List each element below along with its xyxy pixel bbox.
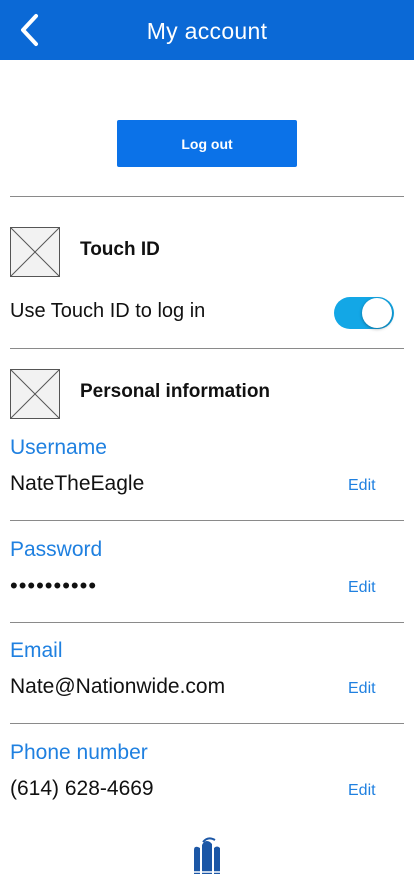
email-label: Email: [10, 639, 63, 662]
touch-id-toggle[interactable]: [334, 297, 394, 329]
app-header: My account: [0, 0, 414, 60]
password-label: Password: [10, 538, 103, 561]
username-value: NateTheEagle: [10, 472, 145, 495]
edit-email-link[interactable]: Edit: [348, 680, 376, 698]
toggle-knob: [362, 298, 392, 328]
touch-id-title: Touch ID: [80, 239, 160, 260]
page-title: My account: [146, 18, 268, 44]
divider: [10, 520, 404, 521]
username-label: Username: [10, 436, 107, 459]
edit-username-link[interactable]: Edit: [348, 477, 376, 495]
divider: [10, 348, 404, 349]
phone-value: (614) 628-4669: [10, 777, 154, 800]
logout-button[interactable]: Log out: [117, 120, 297, 167]
edit-password-link[interactable]: Edit: [348, 579, 376, 597]
divider: [10, 723, 404, 724]
touch-id-toggle-label: Use Touch ID to log in: [10, 300, 206, 322]
phone-label: Phone number: [10, 741, 148, 764]
divider: [10, 622, 404, 623]
image-placeholder-icon: [10, 369, 60, 419]
divider: [10, 196, 404, 197]
email-value: Nate@Nationwide.com: [10, 675, 226, 698]
password-value: ••••••••••: [10, 573, 98, 598]
edit-phone-link[interactable]: Edit: [348, 782, 376, 800]
nationwide-eagle-logo-icon: [192, 837, 222, 874]
image-placeholder-icon: [10, 227, 60, 277]
personal-info-title: Personal information: [80, 381, 271, 402]
